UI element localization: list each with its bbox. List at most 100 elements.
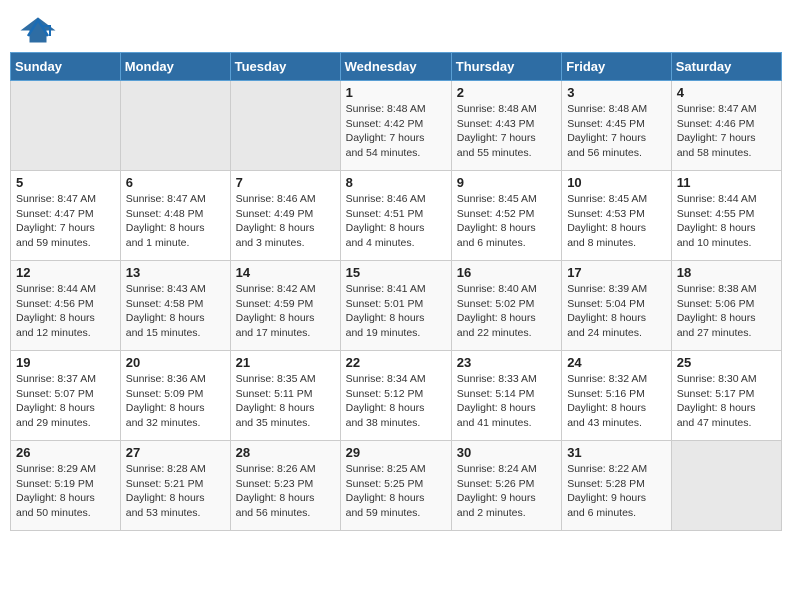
cell-content: Sunrise: 8:45 AM Sunset: 4:52 PM Dayligh…: [457, 192, 556, 251]
calendar-cell: 21 Sunrise: 8:35 AM Sunset: 5:11 PM Dayli…: [230, 351, 340, 441]
calendar-cell: 9 Sunrise: 8:45 AM Sunset: 4:52 PM Daylig…: [451, 171, 561, 261]
cell-content: Sunrise: 8:38 AM Sunset: 5:06 PM Dayligh…: [677, 282, 776, 341]
day-number: 26: [16, 445, 115, 460]
day-number: 8: [346, 175, 446, 190]
cell-content: Sunrise: 8:43 AM Sunset: 4:58 PM Dayligh…: [126, 282, 225, 341]
calendar-cell: 14Sunrise: 8:42 AM Sunset: 4:59 PM Dayli…: [230, 261, 340, 351]
column-header-monday: Monday: [120, 53, 230, 81]
day-number: 5: [16, 175, 115, 190]
cell-content: Sunrise: 8:22 AM Sunset: 5:28 PM Dayligh…: [567, 462, 666, 521]
calendar-cell: 25Sunrise: 8:30 AM Sunset: 5:17 PM Dayli…: [671, 351, 781, 441]
calendar-week-row: 1Sunrise: 8:48 AM Sunset: 4:42 PM Daylig…: [11, 81, 782, 171]
column-header-saturday: Saturday: [671, 53, 781, 81]
cell-content: Sunrise: 8:30 AM Sunset: 5:17 PM Dayligh…: [677, 372, 776, 431]
day-number: 4: [677, 85, 776, 100]
cell-content: Sunrise: 8:29 AM Sunset: 5:19 PM Dayligh…: [16, 462, 115, 521]
calendar-cell: 5Sunrise: 8:47 AM Sunset: 4:47 PM Daylig…: [11, 171, 121, 261]
day-number: 14: [236, 265, 335, 280]
cell-content: Sunrise: 8:40 AM Sunset: 5:02 PM Dayligh…: [457, 282, 556, 341]
day-number: 22: [346, 355, 446, 370]
day-number: 19: [16, 355, 115, 370]
calendar-week-row: 26 Sunrise: 8:29 AM Sunset: 5:19 PM Dayli…: [11, 441, 782, 531]
day-number: 3: [567, 85, 666, 100]
cell-content: Sunrise: 8:36 AM Sunset: 5:09 PM Dayligh…: [126, 372, 225, 431]
column-header-thursday: Thursday: [451, 53, 561, 81]
cell-content: Sunrise: 8:44 AM Sunset: 4:56 PM Dayligh…: [16, 282, 115, 341]
cell-content: Sunrise: 8:44 AM Sunset: 4:55 PM Dayligh…: [677, 192, 776, 251]
day-number: 10: [567, 175, 666, 190]
page-header: [0, 0, 792, 52]
calendar-cell: 8 Sunrise: 8:46 AM Sunset: 4:51 PM Daylig…: [340, 171, 451, 261]
calendar-cell: 24 Sunrise: 8:32 AM Sunset: 5:16 PM Dayli…: [562, 351, 672, 441]
day-number: 9: [457, 175, 556, 190]
calendar-cell: 11 Sunrise: 8:44 AM Sunset: 4:55 PM Dayli…: [671, 171, 781, 261]
calendar-cell: 26 Sunrise: 8:29 AM Sunset: 5:19 PM Dayli…: [11, 441, 121, 531]
cell-content: Sunrise: 8:34 AM Sunset: 5:12 PM Dayligh…: [346, 372, 446, 431]
calendar-cell: 6 Sunrise: 8:47 AM Sunset: 4:48 PM Daylig…: [120, 171, 230, 261]
cell-content: Sunrise: 8:32 AM Sunset: 5:16 PM Dayligh…: [567, 372, 666, 431]
calendar-cell: 15 Sunrise: 8:41 AM Sunset: 5:01 PM Dayli…: [340, 261, 451, 351]
day-number: 27: [126, 445, 225, 460]
day-number: 6: [126, 175, 225, 190]
calendar-cell: 13 Sunrise: 8:43 AM Sunset: 4:58 PM Dayli…: [120, 261, 230, 351]
cell-content: Sunrise: 8:25 AM Sunset: 5:25 PM Dayligh…: [346, 462, 446, 521]
day-number: 15: [346, 265, 446, 280]
calendar-container: SundayMondayTuesdayWednesdayThursdayFrid…: [0, 52, 792, 541]
day-number: 11: [677, 175, 776, 190]
calendar-header-row: SundayMondayTuesdayWednesdayThursdayFrid…: [11, 53, 782, 81]
calendar-cell: 30Sunrise: 8:24 AM Sunset: 5:26 PM Dayli…: [451, 441, 561, 531]
cell-content: Sunrise: 8:45 AM Sunset: 4:53 PM Dayligh…: [567, 192, 666, 251]
day-number: 7: [236, 175, 335, 190]
day-number: 23: [457, 355, 556, 370]
day-number: 21: [236, 355, 335, 370]
cell-content: Sunrise: 8:46 AM Sunset: 4:49 PM Dayligh…: [236, 192, 335, 251]
calendar-cell: 7 Sunrise: 8:46 AM Sunset: 4:49 PM Daylig…: [230, 171, 340, 261]
calendar-cell: [671, 441, 781, 531]
calendar-cell: 29 Sunrise: 8:25 AM Sunset: 5:25 PM Dayli…: [340, 441, 451, 531]
cell-content: Sunrise: 8:41 AM Sunset: 5:01 PM Dayligh…: [346, 282, 446, 341]
column-header-friday: Friday: [562, 53, 672, 81]
logo: [20, 16, 62, 44]
calendar-cell: 20Sunrise: 8:36 AM Sunset: 5:09 PM Dayli…: [120, 351, 230, 441]
cell-content: Sunrise: 8:28 AM Sunset: 5:21 PM Dayligh…: [126, 462, 225, 521]
calendar-cell: 18 Sunrise: 8:38 AM Sunset: 5:06 PM Dayli…: [671, 261, 781, 351]
day-number: 18: [677, 265, 776, 280]
cell-content: Sunrise: 8:48 AM Sunset: 4:43 PM Dayligh…: [457, 102, 556, 161]
calendar-cell: 28 Sunrise: 8:26 AM Sunset: 5:23 PM Dayli…: [230, 441, 340, 531]
calendar-cell: 4 Sunrise: 8:47 AM Sunset: 4:46 PM Daylig…: [671, 81, 781, 171]
day-number: 31: [567, 445, 666, 460]
calendar-cell: 1Sunrise: 8:48 AM Sunset: 4:42 PM Daylig…: [340, 81, 451, 171]
day-number: 24: [567, 355, 666, 370]
calendar-cell: 3 Sunrise: 8:48 AM Sunset: 4:45 PM Daylig…: [562, 81, 672, 171]
logo-icon: [20, 16, 56, 44]
calendar-cell: [11, 81, 121, 171]
calendar-cell: 23 Sunrise: 8:33 AM Sunset: 5:14 PM Dayli…: [451, 351, 561, 441]
cell-content: Sunrise: 8:26 AM Sunset: 5:23 PM Dayligh…: [236, 462, 335, 521]
cell-content: Sunrise: 8:47 AM Sunset: 4:46 PM Dayligh…: [677, 102, 776, 161]
day-number: 17: [567, 265, 666, 280]
day-number: 16: [457, 265, 556, 280]
day-number: 29: [346, 445, 446, 460]
day-number: 2: [457, 85, 556, 100]
calendar-cell: 27 Sunrise: 8:28 AM Sunset: 5:21 PM Dayli…: [120, 441, 230, 531]
cell-content: Sunrise: 8:47 AM Sunset: 4:48 PM Dayligh…: [126, 192, 225, 251]
column-header-sunday: Sunday: [11, 53, 121, 81]
calendar-cell: [120, 81, 230, 171]
cell-content: Sunrise: 8:48 AM Sunset: 4:45 PM Dayligh…: [567, 102, 666, 161]
calendar-week-row: 5Sunrise: 8:47 AM Sunset: 4:47 PM Daylig…: [11, 171, 782, 261]
calendar-cell: 16 Sunrise: 8:40 AM Sunset: 5:02 PM Dayli…: [451, 261, 561, 351]
cell-content: Sunrise: 8:24 AM Sunset: 5:26 PM Dayligh…: [457, 462, 556, 521]
cell-content: Sunrise: 8:37 AM Sunset: 5:07 PM Dayligh…: [16, 372, 115, 431]
cell-content: Sunrise: 8:33 AM Sunset: 5:14 PM Dayligh…: [457, 372, 556, 431]
day-number: 12: [16, 265, 115, 280]
calendar-cell: 31 Sunrise: 8:22 AM Sunset: 5:28 PM Dayli…: [562, 441, 672, 531]
day-number: 13: [126, 265, 225, 280]
cell-content: Sunrise: 8:46 AM Sunset: 4:51 PM Dayligh…: [346, 192, 446, 251]
calendar-cell: 12 Sunrise: 8:44 AM Sunset: 4:56 PM Dayli…: [11, 261, 121, 351]
calendar-table: SundayMondayTuesdayWednesdayThursdayFrid…: [10, 52, 782, 531]
cell-content: Sunrise: 8:35 AM Sunset: 5:11 PM Dayligh…: [236, 372, 335, 431]
day-number: 28: [236, 445, 335, 460]
calendar-cell: 10 Sunrise: 8:45 AM Sunset: 4:53 PM Dayli…: [562, 171, 672, 261]
calendar-cell: 22 Sunrise: 8:34 AM Sunset: 5:12 PM Dayli…: [340, 351, 451, 441]
calendar-cell: 2 Sunrise: 8:48 AM Sunset: 4:43 PM Daylig…: [451, 81, 561, 171]
